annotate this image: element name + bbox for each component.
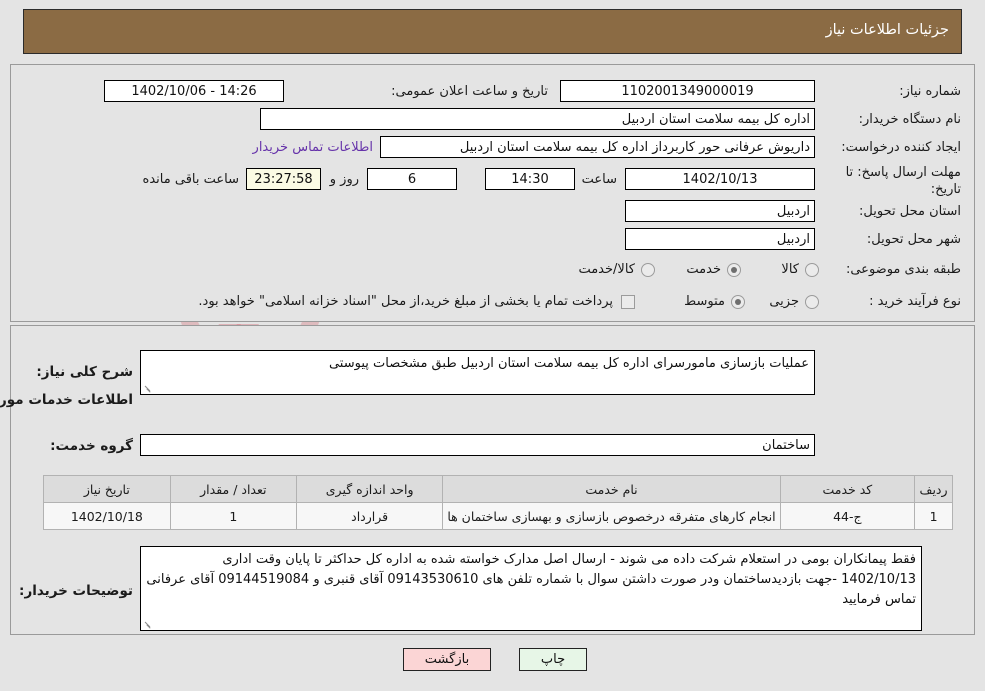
radio-label-motevaset: متوسط	[684, 294, 725, 309]
cell-code: ج-44	[779, 502, 916, 530]
cell-date: 1402/10/18	[43, 502, 171, 530]
buyer-org-label: نام دستگاه خریدار:	[858, 112, 961, 127]
resize-grip-icon[interactable]	[143, 620, 152, 629]
treasury-bonds-checkbox[interactable]	[621, 295, 635, 309]
column-header-quantity: تعداد / مقدار	[169, 475, 297, 503]
print-button[interactable]: چاپ	[519, 648, 587, 671]
deadline-label: مهلت ارسال پاسخ: تا تاریخ:	[845, 165, 961, 197]
column-header-code: کد خدمت	[779, 475, 916, 503]
cell-name: انجام کارهای متفرقه درخصوص بازسازی و بهس…	[442, 502, 781, 530]
radio-classification-kala-khedmat[interactable]	[641, 263, 655, 277]
description-label: شرح کلی نیاز:	[36, 364, 133, 380]
delivery-province-label: استان محل تحویل:	[859, 204, 961, 219]
cell-unit: قرارداد	[295, 502, 444, 530]
purchase-process-label: نوع فرآیند خرید :	[869, 294, 961, 309]
announce-datetime-label: تاریخ و ساعت اعلان عمومی:	[391, 84, 548, 99]
service-group-label: گروه خدمت:	[50, 438, 133, 454]
delivery-city-label: شهر محل تحویل:	[866, 232, 961, 247]
radio-label-kala-khedmat: کالا/خدمت	[578, 262, 635, 277]
services-section-heading: اطلاعات خدمات مورد نیاز	[0, 392, 133, 408]
tender-details-page: AriaTender.net جزئیات اطلاعات نیاز شماره…	[0, 0, 985, 691]
delivery-city-value: اردبیل	[625, 228, 815, 250]
need-number-label: شماره نیاز:	[899, 84, 961, 99]
buyer-org-value: اداره کل بیمه سلامت استان اردبیل	[260, 108, 815, 130]
deadline-date-value: 1402/10/13	[625, 168, 815, 190]
buyer-notes-label: توضیحات خریدار:	[19, 583, 133, 599]
table-header-row: ردیف کد خدمت نام خدمت واحد اندازه گیری ت…	[43, 475, 953, 503]
delivery-province-value: اردبیل	[625, 200, 815, 222]
days-remaining-value: 6	[367, 168, 457, 190]
buyer-notes-textarea[interactable]: فقط پیمانکاران بومی در استعلام شرکت داده…	[140, 546, 922, 631]
radio-classification-kala[interactable]	[805, 263, 819, 277]
cell-row: 1	[914, 502, 953, 530]
services-table: ردیف کد خدمت نام خدمت واحد اندازه گیری ت…	[43, 475, 953, 530]
countdown-label: ساعت باقی مانده	[142, 172, 239, 187]
radio-process-jozei[interactable]	[805, 295, 819, 309]
page-header-bar: جزئیات اطلاعات نیاز	[23, 9, 962, 54]
deadline-hour-label: ساعت	[581, 172, 617, 187]
table-row: 1 ج-44 انجام کارهای متفرقه درخصوص بازساز…	[43, 502, 953, 530]
cell-quantity: 1	[169, 502, 297, 530]
radio-label-jozei: جزیی	[769, 294, 799, 309]
column-header-date: تاریخ نیاز	[43, 475, 171, 503]
treasury-bonds-note: پرداخت تمام یا بخشی از مبلغ خرید،از محل …	[198, 294, 613, 309]
creator-value: داریوش عرفانی حور کاربرداز اداره کل بیمه…	[380, 136, 815, 158]
announce-datetime-value: 14:26 - 1402/10/06	[104, 80, 284, 102]
column-header-row: ردیف	[914, 475, 953, 503]
back-button[interactable]: بازگشت	[403, 648, 491, 671]
description-textarea[interactable]: عملیات بازسازی مامورسرای اداره کل بیمه س…	[140, 350, 815, 395]
need-number-value: 1102001349000019	[560, 80, 815, 102]
page-title: جزئیات اطلاعات نیاز	[825, 22, 949, 38]
column-header-unit: واحد اندازه گیری	[295, 475, 444, 503]
radio-classification-khedmat[interactable]	[727, 263, 741, 277]
radio-label-kala: کالا	[781, 262, 799, 277]
column-header-name: نام خدمت	[442, 475, 781, 503]
countdown-value: 23:27:58	[246, 168, 321, 190]
classification-label: طبقه بندی موضوعی:	[845, 262, 961, 277]
days-remaining-label: روز و	[329, 172, 359, 187]
resize-grip-icon[interactable]	[143, 384, 152, 393]
description-text: عملیات بازسازی مامورسرای اداره کل بیمه س…	[328, 356, 809, 371]
deadline-time-value: 14:30	[485, 168, 575, 190]
radio-label-khedmat: خدمت	[686, 262, 721, 277]
radio-process-motevaset[interactable]	[731, 295, 745, 309]
buyer-contact-link[interactable]: اطلاعات تماس خریدار	[253, 140, 373, 155]
buyer-notes-text: فقط پیمانکاران بومی در استعلام شرکت داده…	[146, 552, 916, 607]
service-group-value: ساختمان	[140, 434, 815, 456]
creator-label: ایجاد کننده درخواست:	[841, 140, 961, 155]
